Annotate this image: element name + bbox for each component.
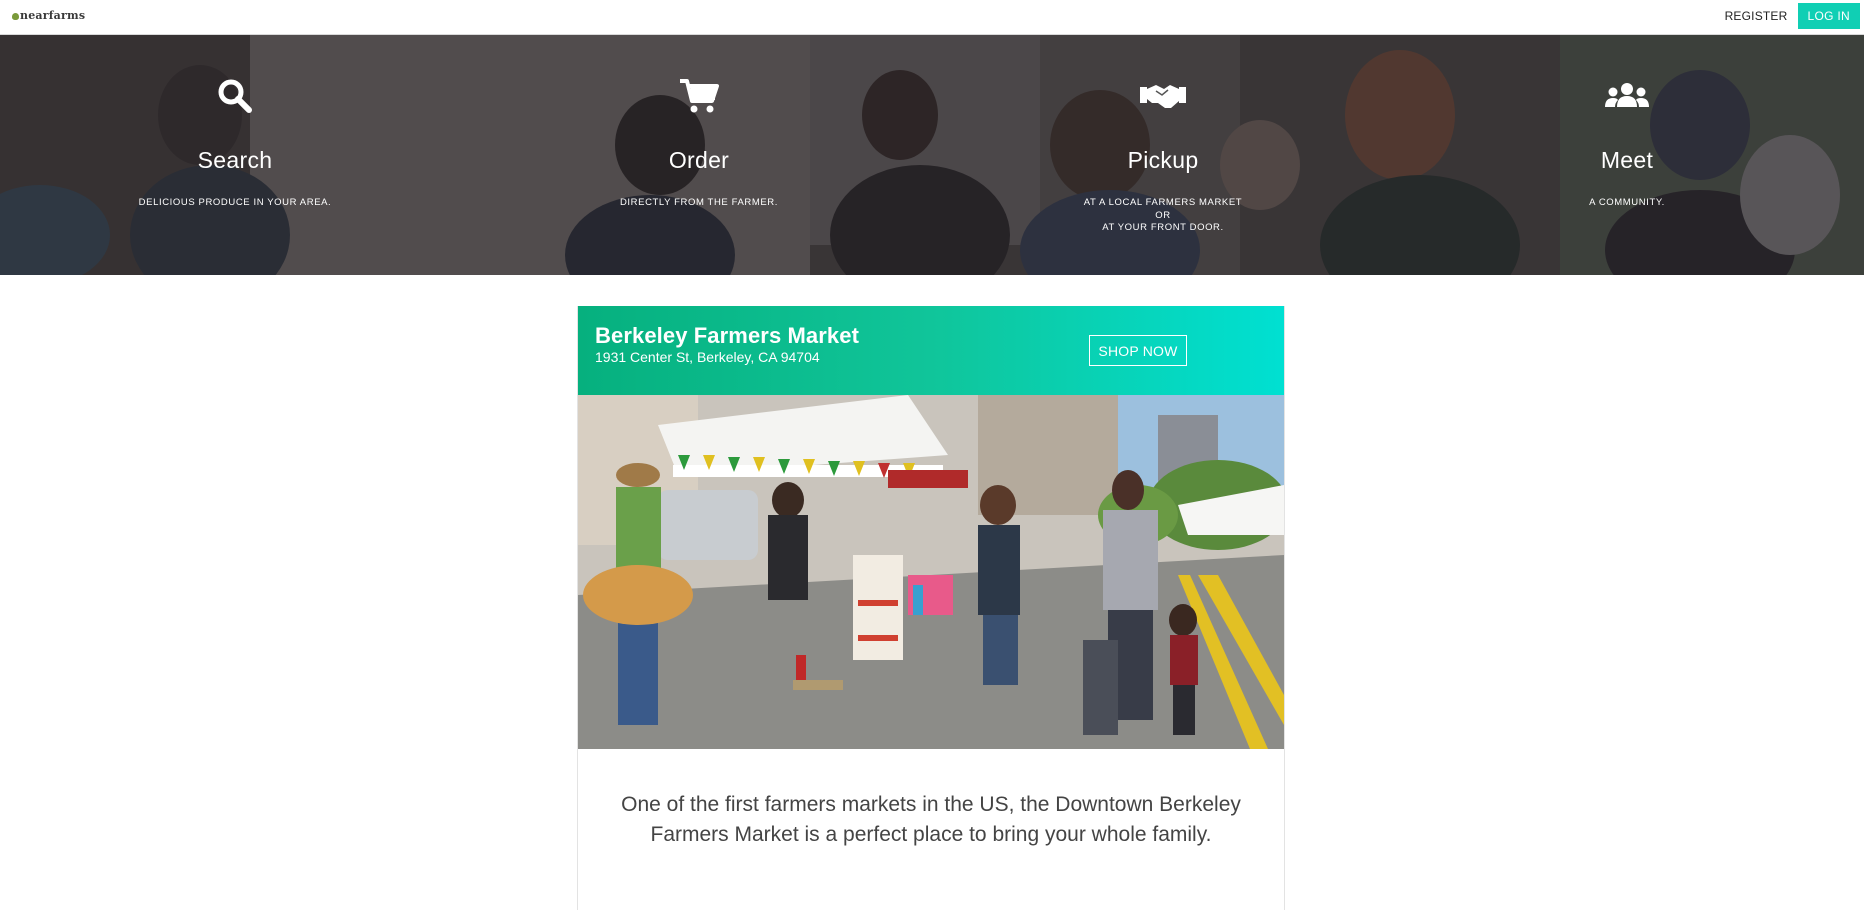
feature-description: AT A LOCAL FARMERS MARKET OR AT YOUR FRO… — [1083, 197, 1243, 233]
feature-search: Search DELICIOUS PRODUCE IN YOUR AREA. — [85, 35, 385, 275]
nav-actions: REGISTER LOG IN — [1725, 3, 1860, 29]
site-logo[interactable]: nearfarms — [12, 9, 85, 22]
logo-leaf-icon — [12, 12, 19, 20]
shopping-cart-icon — [549, 73, 849, 119]
feature-description: DELICIOUS PRODUCE IN YOUR AREA. — [138, 197, 332, 208]
market-photo — [578, 395, 1284, 749]
feature-description: A COMMUNITY. — [1589, 197, 1665, 208]
market-card: Berkeley Farmers Market 1931 Center St, … — [577, 306, 1285, 910]
feature-title: Pickup — [1127, 147, 1199, 173]
market-name: Berkeley Farmers Market — [595, 323, 860, 348]
login-button[interactable]: LOG IN — [1797, 3, 1860, 29]
feature-description: DIRECTLY FROM THE FARMER. — [619, 197, 779, 208]
shop-now-button[interactable]: SHOP NOW — [1089, 335, 1187, 366]
users-icon — [1477, 73, 1777, 119]
market-card-header: Berkeley Farmers Market 1931 Center St, … — [578, 306, 1284, 395]
feature-title: Meet — [1600, 147, 1654, 173]
feature-meet: Meet A COMMUNITY. — [1477, 35, 1777, 275]
handshake-icon — [1013, 73, 1313, 119]
feature-title: Search — [197, 147, 273, 173]
feature-pickup: Pickup AT A LOCAL FARMERS MARKET OR AT Y… — [1013, 35, 1313, 275]
hero-banner: Search DELICIOUS PRODUCE IN YOUR AREA. O… — [0, 35, 1864, 275]
feature-title: Order — [668, 147, 730, 173]
register-link[interactable]: REGISTER — [1725, 9, 1788, 23]
market-address: 1931 Center St, Berkeley, CA 94704 — [595, 349, 820, 365]
search-icon — [85, 73, 385, 119]
market-description: One of the first farmers markets in the … — [621, 793, 1241, 846]
top-navbar: nearfarms REGISTER LOG IN — [0, 0, 1864, 35]
logo-text: nearfarms — [20, 9, 86, 22]
feature-order: Order DIRECTLY FROM THE FARMER. — [549, 35, 849, 275]
